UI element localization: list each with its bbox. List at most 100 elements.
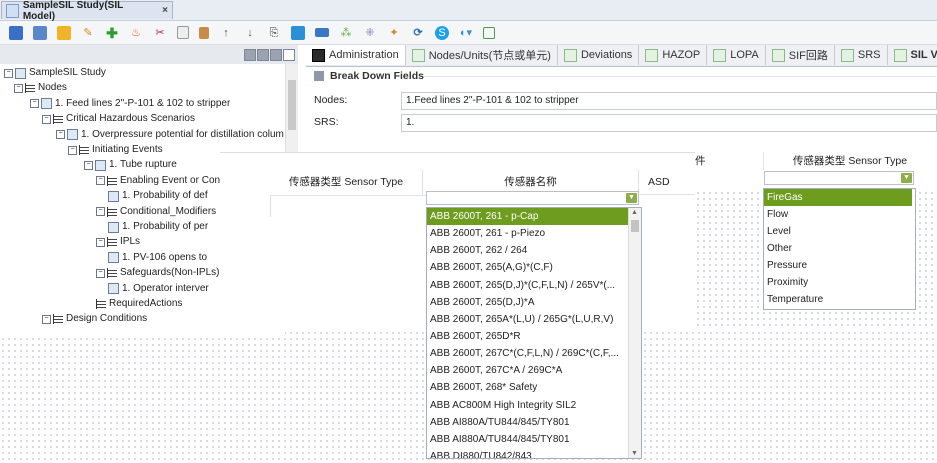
color-icon[interactable]: ◐▾ — [459, 26, 473, 40]
collapse-toggle-icon[interactable]: − — [96, 207, 105, 217]
scroll-up-icon[interactable]: ▲ — [631, 209, 638, 216]
tab-deviations[interactable]: Deviations — [557, 45, 640, 65]
tree-item[interactable]: − 1. Overpressure potential for distillat… — [56, 128, 284, 142]
fire-icon[interactable]: ♨ — [129, 26, 143, 40]
export-icon[interactable] — [483, 26, 495, 39]
add-icon[interactable]: ✚ — [105, 26, 119, 40]
dropdown-option[interactable]: ABB 2600T, 267C*A / 269C*A — [427, 362, 628, 379]
sensor-type-option[interactable]: Level — [764, 223, 912, 240]
tab-sif[interactable]: SIF回路 — [765, 45, 835, 65]
table-icon[interactable] — [315, 28, 329, 37]
collapse-toggle-icon[interactable]: − — [84, 160, 93, 170]
settings-icon[interactable] — [283, 49, 295, 61]
chart-icon[interactable] — [291, 25, 305, 40]
dropdown-option[interactable]: ABB 2600T, 267C*(C,F,L,N) / 269C*(C,F,..… — [427, 345, 628, 362]
refresh-icon[interactable]: ⟳ — [411, 26, 425, 40]
dropdown-option[interactable]: ABB AC800M High Integrity SIL2 — [427, 397, 628, 414]
sensor-type-option[interactable]: Proximity — [764, 274, 912, 291]
tab-nodes-units[interactable]: Nodes/Units(节点或单元) — [405, 45, 558, 65]
dropdown-option[interactable]: ABB 2600T, 261 - p-Piezo — [427, 225, 628, 242]
collapse-icon[interactable] — [314, 71, 324, 81]
tree-item[interactable]: − IPLs — [96, 235, 140, 249]
tab-hazop[interactable]: HAZOP — [639, 45, 708, 65]
tree-item[interactable]: − Initiating Events — [68, 143, 163, 157]
collapse-toggle-icon[interactable]: − — [96, 176, 105, 186]
collapse-toggle-icon[interactable]: − — [42, 114, 51, 124]
dropdown-scrollbar[interactable]: ▲ ▼ — [628, 208, 641, 458]
tree-item[interactable]: 1. PV-106 opens to — [108, 251, 207, 265]
tree-item[interactable]: − 1. Feed lines 2"-P-101 & 102 to strippe… — [30, 97, 230, 111]
save-icon[interactable] — [9, 25, 23, 40]
minimize-icon[interactable] — [244, 49, 256, 61]
collapse-toggle-icon[interactable]: − — [4, 68, 13, 78]
edit-icon[interactable]: ✎ — [81, 26, 95, 40]
sensor-type-option[interactable]: Pressure — [764, 257, 912, 274]
dropdown-option[interactable]: ABB 2600T, 265D*R — [427, 328, 628, 345]
dropdown-option[interactable]: ABB 2600T, 265A*(L,U) / 265G*(L,U,R,V) — [427, 311, 628, 328]
tab-srs[interactable]: SRS — [834, 45, 888, 65]
sensor-type-combo[interactable]: ▼ — [764, 171, 914, 185]
tree-item[interactable]: − Nodes — [14, 81, 67, 95]
tree-icon[interactable]: ⁂ — [339, 26, 353, 40]
dropdown-option[interactable]: ABB 2600T, 265(D,J)*A — [427, 294, 628, 311]
sensor-type-option[interactable]: FireGas — [764, 189, 912, 206]
tree-item[interactable]: − Safeguards(Non-IPLs) — [96, 266, 220, 280]
document-tab[interactable]: SampleSIL Study(SIL Model) × — [1, 0, 173, 22]
tree-scroll-thumb[interactable] — [288, 80, 296, 130]
folder-icon[interactable] — [57, 25, 71, 40]
restore-icon[interactable] — [257, 49, 269, 61]
up-icon[interactable]: ↑ — [219, 26, 233, 40]
down-icon[interactable]: ↓ — [243, 26, 257, 40]
collapse-toggle-icon[interactable]: − — [96, 268, 105, 278]
dropdown-option[interactable]: ABB DI880/TU842/843 — [427, 448, 628, 458]
dropdown-option[interactable]: ABB 2600T, 265(D,J)*(C,F,L,N) / 265V*(..… — [427, 277, 628, 294]
tree-item[interactable]: − Enabling Event or Con — [96, 174, 220, 188]
tree-item[interactable]: − Critical Hazardous Scenarios — [42, 112, 195, 126]
dropdown-option[interactable]: ABB 2600T, 268* Safety — [427, 379, 628, 396]
dropdown-option[interactable]: ABB AI880A/TU844/845/TY801 — [427, 431, 628, 448]
tab-sil-verification[interactable]: SIL Verific — [887, 45, 937, 65]
tree-item[interactable]: 1. Probability of per — [108, 220, 208, 234]
tab-administration[interactable]: Administration — [306, 45, 406, 65]
tree-item[interactable]: − Conditional_Modifiers — [96, 205, 216, 219]
matrix-icon[interactable]: ⁜ — [363, 26, 377, 40]
srs-field[interactable]: 1. — [401, 114, 937, 132]
save-all-icon[interactable] — [33, 25, 47, 40]
copy-icon[interactable] — [177, 26, 189, 39]
sensor-type-option[interactable]: Flow — [764, 206, 912, 223]
tree-item[interactable]: 1. Probability of def — [108, 189, 208, 203]
tree-scrollbar[interactable] — [285, 64, 298, 152]
chevron-down-icon[interactable]: ▼ — [626, 193, 637, 203]
calc-icon[interactable]: ✦ — [387, 26, 401, 40]
tab-lopa[interactable]: LOPA — [707, 45, 766, 65]
tree-item[interactable]: − Design Conditions — [42, 312, 147, 326]
col-header-sensor-type[interactable]: 传感器类型 Sensor Type — [270, 170, 423, 196]
col-header-asd[interactable]: ASD — [640, 170, 695, 195]
collapse-toggle-icon[interactable]: − — [56, 130, 65, 140]
dropdown-option[interactable]: ABB AI880A/TU844/845/TY801 — [427, 414, 628, 431]
dropdown-option[interactable]: ABB 2600T, 262 / 264 — [427, 242, 628, 259]
sil-icon[interactable]: S — [435, 25, 449, 40]
collapse-toggle-icon[interactable]: − — [14, 83, 23, 93]
tree-item[interactable]: RequiredActions — [96, 297, 182, 311]
scroll-down-icon[interactable]: ▼ — [631, 450, 638, 457]
maximize-icon[interactable] — [270, 49, 282, 61]
tree-item[interactable]: − 1. Tube rupture — [84, 158, 177, 172]
collapse-toggle-icon[interactable]: − — [42, 314, 51, 324]
dropdown-scroll-thumb[interactable] — [631, 220, 639, 232]
sensor-type-option[interactable]: Temperature — [764, 291, 912, 308]
collapse-toggle-icon[interactable]: − — [96, 237, 105, 247]
dropdown-option[interactable]: ABB 2600T, 265(A,G)*(C,F) — [427, 259, 628, 276]
sensor-type-option[interactable]: Other — [764, 240, 912, 257]
chevron-down-icon[interactable]: ▼ — [901, 173, 912, 183]
close-icon[interactable]: × — [162, 5, 168, 16]
nodes-field[interactable]: 1.Feed lines 2"-P-101 & 102 to stripper — [401, 92, 937, 110]
collapse-toggle-icon[interactable]: − — [30, 99, 39, 109]
import-icon[interactable]: ⎘ — [267, 26, 281, 40]
paste-icon[interactable] — [199, 26, 209, 39]
tree-item[interactable]: − SampleSIL Study — [4, 66, 106, 80]
col-header-sensor-type-right[interactable]: 传感器类型 Sensor Type — [763, 152, 936, 170]
collapse-toggle-icon[interactable]: − — [68, 145, 77, 155]
cut-icon[interactable]: ✂ — [153, 26, 167, 40]
tree-item[interactable]: 1. Operator interver — [108, 282, 209, 296]
